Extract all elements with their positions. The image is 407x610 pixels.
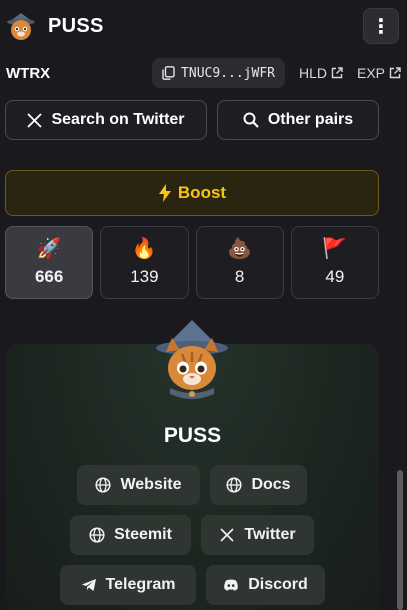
docs-label: Docs — [251, 476, 291, 493]
globe-icon — [226, 477, 242, 493]
steemit-link[interactable]: Steemit — [70, 515, 191, 555]
explorer-link[interactable]: EXP — [357, 65, 401, 81]
other-pairs-button[interactable]: Other pairs — [217, 100, 379, 140]
copy-icon — [162, 66, 175, 80]
twitter-label: Twitter — [244, 526, 296, 543]
reaction-red-flag[interactable]: 🚩 49 — [290, 226, 379, 299]
discord-link[interactable]: Discord — [206, 565, 325, 605]
token-logo — [4, 9, 38, 43]
reaction-count: 666 — [34, 267, 64, 286]
explorer-label: EXP — [356, 65, 385, 81]
website-label: Website — [120, 476, 182, 493]
search-twitter-label: Search on Twitter — [51, 111, 185, 128]
globe-icon — [95, 477, 112, 493]
external-link-icon — [331, 67, 343, 79]
holders-link[interactable]: HLD — [299, 65, 343, 81]
reaction-rocket[interactable]: 🚀 666 — [5, 226, 94, 299]
scrollbar-thumb[interactable] — [397, 470, 403, 610]
search-icon — [243, 112, 259, 128]
more-menu-button[interactable]: ⋮ — [363, 8, 399, 44]
holders-label: HLD — [298, 65, 327, 81]
reaction-stats: 🚀 666 🔥 139 💩 8 🚩 49 — [5, 226, 379, 299]
boost-label: Boost — [177, 183, 227, 202]
search-twitter-button[interactable]: Search on Twitter — [5, 100, 207, 140]
discord-icon — [224, 579, 238, 591]
telegram-link[interactable]: Telegram — [60, 565, 196, 605]
discord-label: Discord — [248, 576, 308, 593]
reaction-fire[interactable]: 🔥 139 — [100, 226, 189, 299]
x-logo-icon — [27, 112, 43, 128]
copy-address-button[interactable]: TNUC9...jWFR — [152, 58, 285, 88]
docs-link[interactable]: Docs — [210, 465, 307, 505]
other-pairs-label: Other pairs — [267, 111, 354, 128]
steemit-label: Steemit — [114, 526, 172, 543]
twitter-link[interactable]: Twitter — [201, 515, 314, 555]
fire-icon: 🔥 — [131, 238, 157, 260]
telegram-label: Telegram — [105, 576, 176, 593]
quote-token: WTRX — [6, 64, 51, 82]
rocket-icon: 🚀 — [36, 238, 62, 260]
reaction-count: 139 — [130, 267, 159, 286]
pair-address: TNUC9...jWFR — [181, 65, 275, 81]
reaction-poop[interactable]: 💩 8 — [195, 226, 284, 299]
reaction-count: 8 — [234, 267, 245, 286]
x-logo-icon — [220, 528, 234, 542]
globe-icon — [89, 527, 105, 543]
red-flag-icon: 🚩 — [322, 238, 348, 260]
top-bar: PUSS ⋮ — [0, 0, 407, 52]
telegram-icon — [81, 579, 96, 591]
token-name: PUSS — [48, 14, 104, 37]
more-vertical-icon: ⋮ — [371, 15, 391, 38]
action-buttons: Search on Twitter Other pairs — [5, 100, 379, 140]
pair-info-row: WTRX TNUC9...jWFR HLD EXP — [0, 56, 407, 90]
card-token-name: PUSS — [163, 424, 222, 447]
website-link[interactable]: Website — [77, 465, 200, 505]
reaction-count: 49 — [325, 267, 345, 286]
external-link-icon — [389, 67, 401, 79]
token-avatar — [152, 318, 232, 402]
lightning-icon — [158, 184, 171, 202]
boost-button[interactable]: Boost — [5, 170, 379, 216]
poop-icon: 💩 — [227, 238, 253, 260]
